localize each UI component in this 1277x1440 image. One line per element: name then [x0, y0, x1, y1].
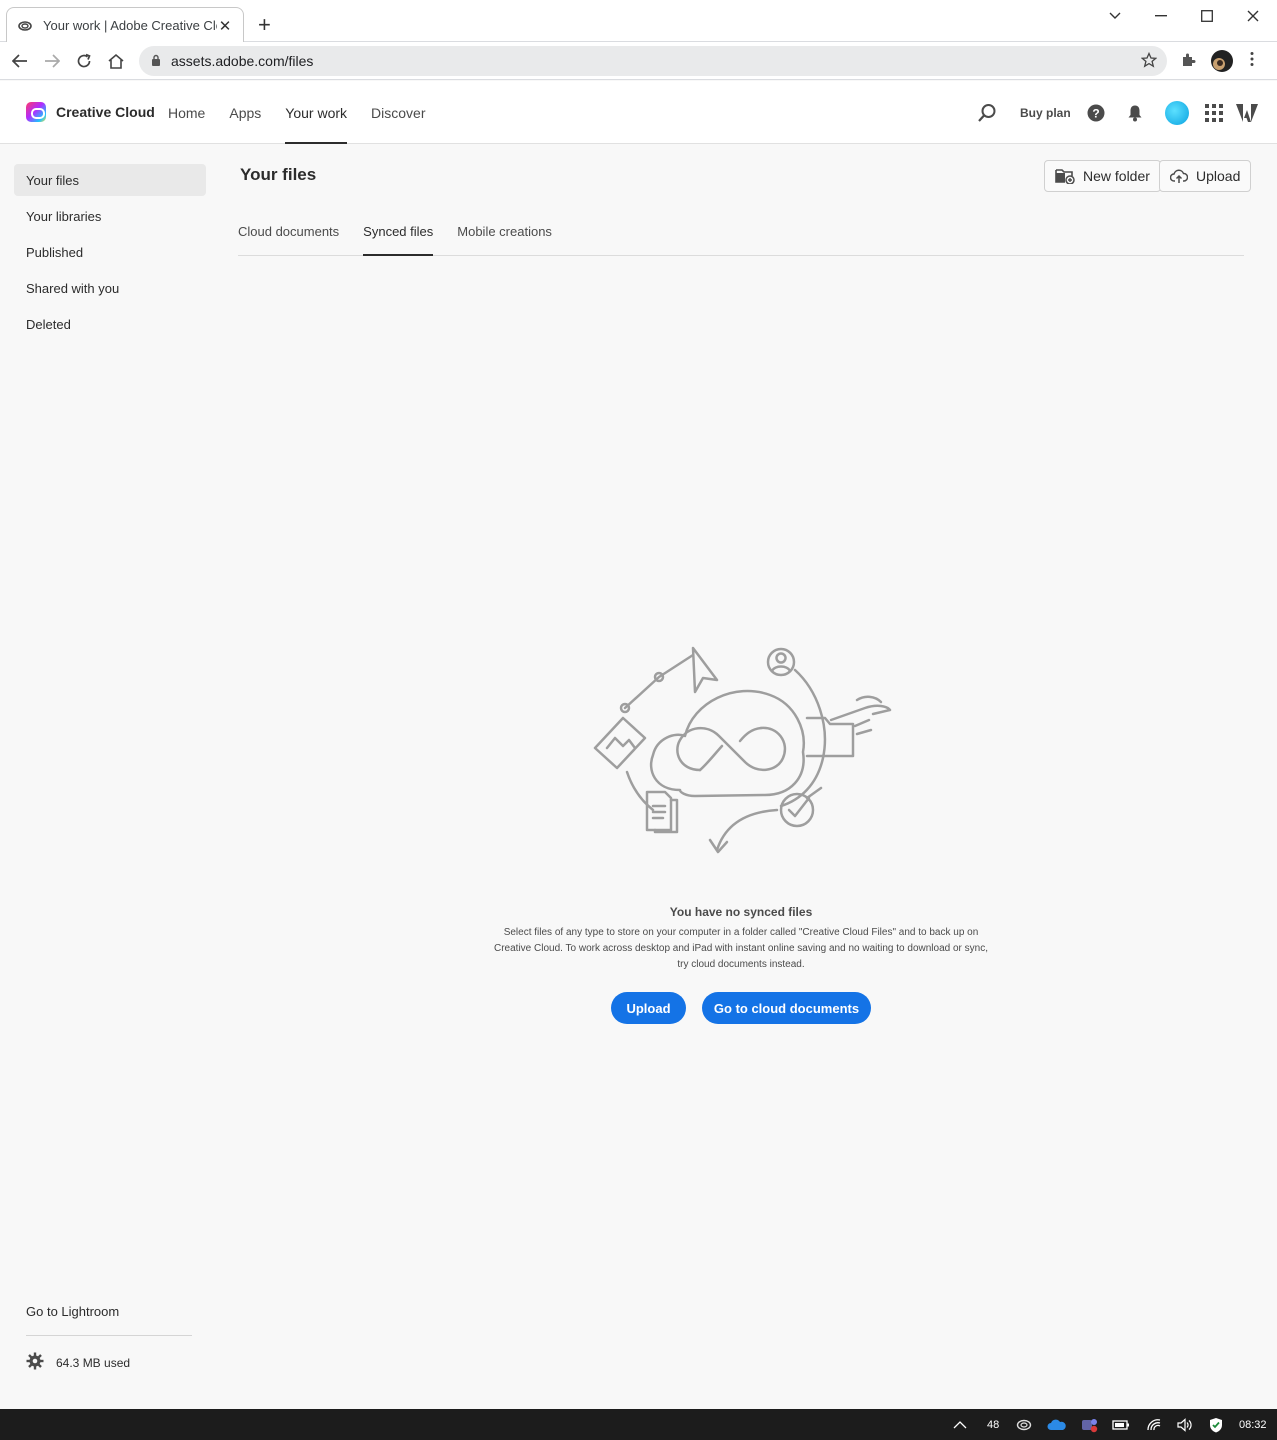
nav-your-work[interactable]: Your work: [285, 81, 347, 144]
app-switcher-grid-icon[interactable]: [1205, 81, 1223, 144]
file-tabs: Cloud documents Synced files Mobile crea…: [238, 215, 1244, 256]
back-arrow-icon[interactable]: [9, 50, 31, 72]
page-title: Your files: [240, 165, 317, 184]
cloud-upload-icon: [1170, 169, 1188, 183]
creative-cloud-favicon-icon: [17, 18, 33, 34]
taskbar: 48 08:32: [0, 1409, 1277, 1440]
reload-icon[interactable]: [73, 50, 95, 72]
nav-discover[interactable]: Discover: [371, 81, 425, 144]
sidebar-item-deleted[interactable]: Deleted: [14, 308, 206, 340]
svg-text:?: ?: [1092, 106, 1099, 120]
empty-state-desc-line-2: Creative Cloud. To work across desktop a…: [494, 943, 988, 954]
empty-state-illustration: [593, 646, 892, 854]
new-folder-button[interactable]: New folder: [1044, 160, 1161, 192]
lock-icon: [151, 53, 161, 69]
app-header: Creative Cloud Home Apps Your work Disco…: [0, 81, 1277, 144]
new-folder-icon: [1055, 169, 1075, 184]
sidebar: Your files Your libraries Published Shar…: [0, 145, 220, 1408]
browser-tabstrip: Your work | Adobe Creative Clouc ✕ +: [0, 0, 1277, 43]
volume-icon[interactable]: [1176, 1409, 1194, 1440]
brand-name: Creative Cloud: [56, 104, 155, 120]
gear-icon[interactable]: [26, 1352, 44, 1373]
go-to-cloud-documents-button[interactable]: Go to cloud documents: [702, 992, 871, 1024]
clock-text[interactable]: 08:32: [1239, 1409, 1267, 1440]
browser-toolbar: assets.adobe.com/files: [0, 42, 1277, 80]
minimize-icon[interactable]: [1146, 6, 1176, 26]
close-tab-icon[interactable]: ✕: [217, 17, 233, 35]
go-to-lightroom-link[interactable]: Go to Lightroom: [26, 1304, 119, 1319]
upload-header-label: Upload: [1196, 168, 1241, 184]
buy-plan-link[interactable]: Buy plan: [1020, 81, 1071, 144]
sidebar-item-your-libraries[interactable]: Your libraries: [14, 200, 206, 232]
sidebar-item-published[interactable]: Published: [14, 236, 206, 268]
teams-icon[interactable]: [1080, 1409, 1098, 1440]
new-tab-icon[interactable]: +: [258, 14, 271, 36]
browser-tab-title: Your work | Adobe Creative Clouc: [43, 18, 217, 33]
user-avatar[interactable]: [1165, 81, 1189, 144]
maximize-icon[interactable]: [1192, 6, 1222, 26]
empty-state-title: You have no synced files: [669, 905, 813, 919]
nav-apps[interactable]: Apps: [229, 81, 261, 144]
browser-menu-icon[interactable]: [1250, 51, 1254, 72]
home-icon[interactable]: [105, 50, 127, 72]
help-icon[interactable]: ?: [1087, 81, 1105, 144]
brand[interactable]: Creative Cloud: [26, 102, 155, 122]
storage-usage: 64.3 MB used: [26, 1352, 130, 1373]
tab-synced-files[interactable]: Synced files: [363, 215, 434, 256]
storage-used-text: 64.3 MB used: [56, 1355, 131, 1370]
onedrive-cloud-icon[interactable]: [1047, 1409, 1067, 1440]
search-icon[interactable]: [977, 81, 997, 144]
empty-state-desc-line-1: Select files of any type to store on you…: [503, 927, 979, 938]
tab-search-chevron-icon[interactable]: [1100, 6, 1130, 26]
bookmark-star-icon[interactable]: [1140, 51, 1158, 71]
top-nav: Home Apps Your work Discover: [168, 81, 450, 144]
upload-button[interactable]: Upload: [611, 992, 686, 1024]
address-bar[interactable]: assets.adobe.com/files: [139, 46, 1167, 76]
empty-state-desc-line-3: try cloud documents instead.: [677, 959, 805, 970]
extensions-puzzle-icon[interactable]: [1181, 51, 1197, 72]
sidebar-item-shared-with-you[interactable]: Shared with you: [14, 272, 206, 304]
battery-icon[interactable]: [1112, 1409, 1130, 1440]
show-hidden-icons-chevron-icon[interactable]: [953, 1409, 967, 1440]
close-window-icon[interactable]: [1238, 6, 1268, 26]
profile-avatar[interactable]: [1210, 49, 1234, 78]
sidebar-divider: [26, 1335, 192, 1336]
forward-arrow-icon[interactable]: [41, 50, 63, 72]
adobe-logo-icon[interactable]: [1236, 81, 1258, 144]
temperature-text[interactable]: 48: [987, 1409, 999, 1440]
tab-mobile-creations[interactable]: Mobile creations: [457, 215, 552, 255]
security-shield-icon[interactable]: [1208, 1409, 1224, 1440]
wifi-icon[interactable]: [1146, 1409, 1162, 1440]
creative-cloud-tray-icon[interactable]: [1016, 1409, 1032, 1440]
nav-home[interactable]: Home: [168, 81, 205, 144]
sidebar-item-your-files[interactable]: Your files: [14, 164, 206, 196]
tab-cloud-documents[interactable]: Cloud documents: [238, 215, 339, 255]
creative-cloud-logo-icon: [26, 102, 46, 122]
upload-header-button[interactable]: Upload: [1159, 160, 1252, 192]
empty-state-description: Select files of any type to store on you…: [490, 925, 992, 973]
browser-tab[interactable]: Your work | Adobe Creative Clouc ✕: [6, 7, 244, 43]
url-text: assets.adobe.com/files: [171, 53, 314, 69]
avatar: [1165, 100, 1189, 125]
notifications-bell-icon[interactable]: [1127, 81, 1143, 144]
new-folder-label: New folder: [1083, 168, 1150, 184]
